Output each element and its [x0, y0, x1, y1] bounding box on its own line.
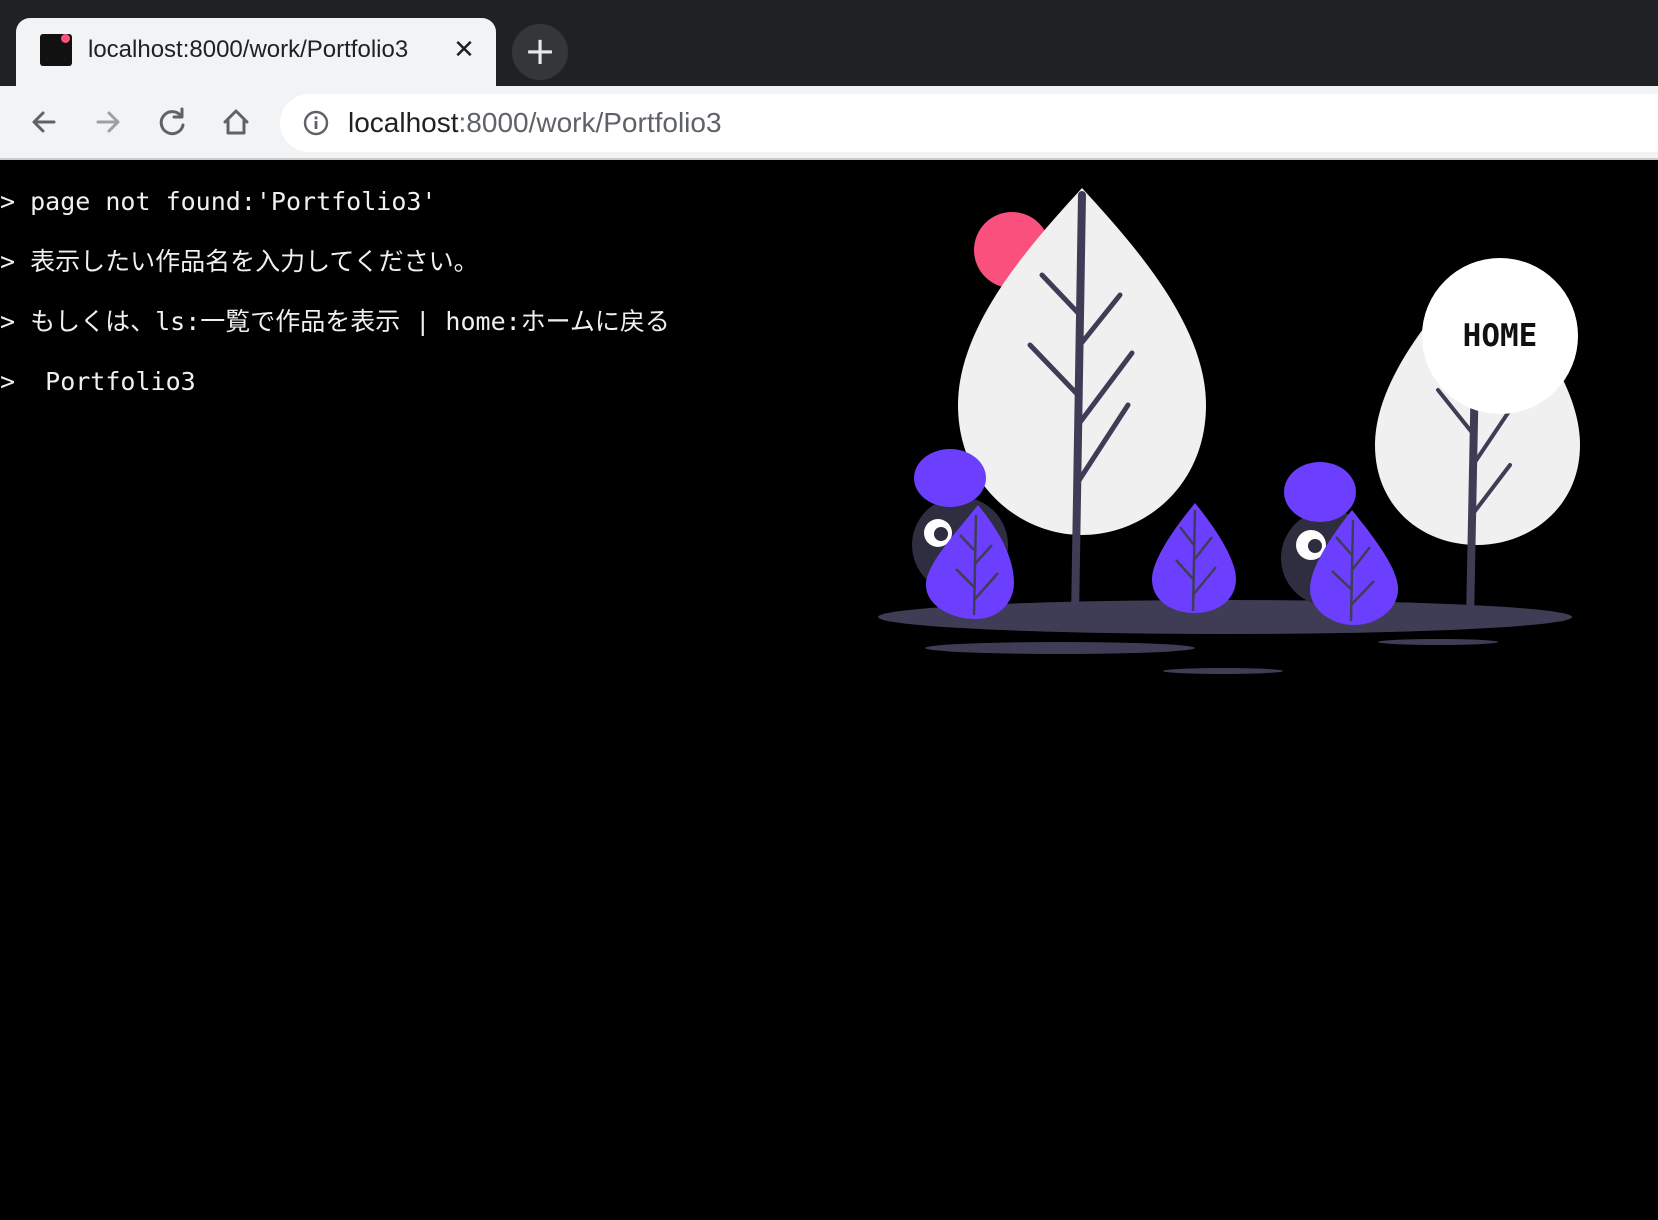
home-nav-button[interactable] [212, 98, 260, 146]
home-button[interactable]: HOME [1422, 258, 1578, 414]
new-tab-button[interactable]: + [512, 24, 568, 80]
home-icon [223, 109, 249, 135]
tab-title: localhost:8000/work/Portfolio3 [88, 36, 409, 63]
leaf-middle [1152, 503, 1236, 613]
terminal-line: > 表示したい作品名を入力してください。 [0, 247, 479, 276]
back-button[interactable] [20, 98, 68, 146]
url-host: localhost [348, 107, 459, 138]
terminal-line: > もしくは、ls:一覧で作品を表示 | home:ホームに戻る [0, 307, 670, 336]
browser-tab[interactable]: localhost:8000/work/Portfolio3 ✕ [16, 18, 496, 86]
terminal-input-line[interactable]: > Portfolio3 [0, 367, 196, 397]
ground-shadow [925, 642, 1195, 654]
info-icon[interactable] [302, 109, 330, 137]
close-icon[interactable]: ✕ [448, 34, 480, 66]
arrow-right-icon [96, 111, 120, 133]
reload-icon [159, 107, 185, 136]
url-path: :8000/work/Portfolio3 [458, 107, 722, 138]
url-text: localhost:8000/work/Portfolio3 [348, 107, 722, 139]
ground-shadow [1378, 639, 1498, 645]
ground-shadow [1163, 668, 1283, 674]
arrow-left-icon [32, 111, 56, 133]
favicon-icon [40, 34, 72, 66]
plus-icon: + [524, 29, 556, 73]
forward-button[interactable] [84, 98, 132, 146]
terminal-line: > page not found:'Portfolio3' [0, 187, 437, 216]
browser-tab-strip: localhost:8000/work/Portfolio3 ✕ + [0, 0, 1658, 86]
reload-button[interactable] [148, 98, 196, 146]
